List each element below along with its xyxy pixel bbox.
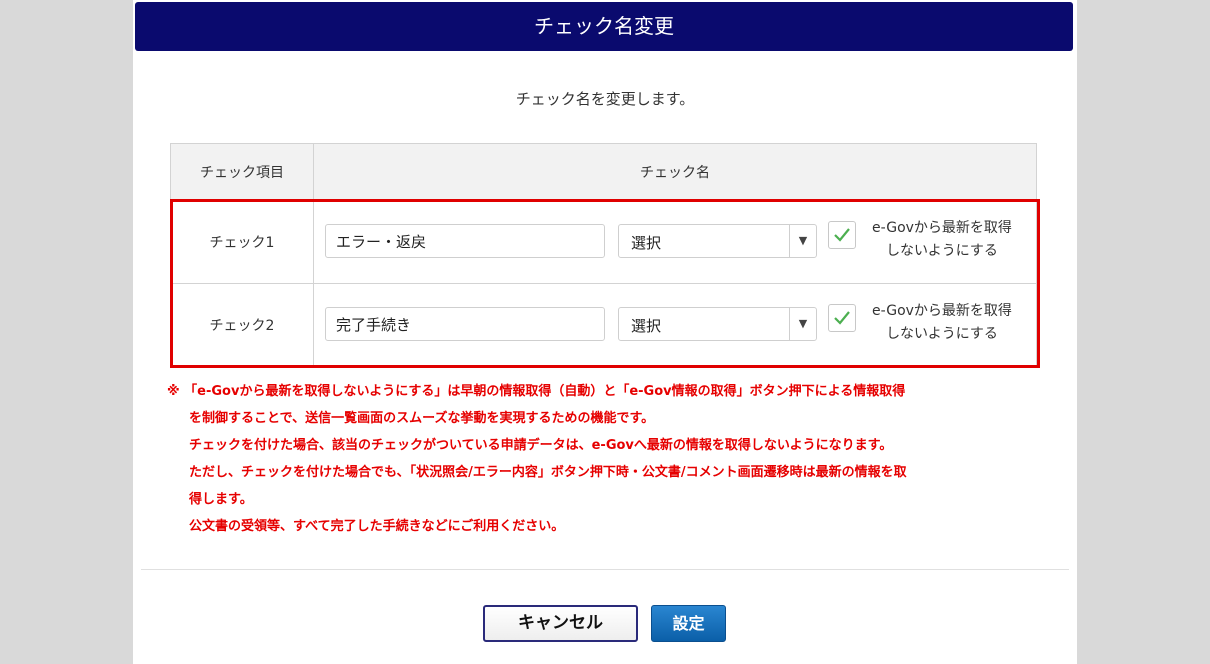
check-mark-icon (834, 228, 850, 242)
check-name-input[interactable] (325, 224, 605, 258)
table-row: チェック1 選択 ▼ e-Govから最新を取得 しないようにする (170, 200, 1037, 284)
check-name-input[interactable] (325, 307, 605, 341)
table-row: チェック2 選択 ▼ e-Govから最新を取得 しないようにする (170, 283, 1037, 367)
check-select[interactable]: 選択 ▼ (618, 224, 817, 258)
checkbox-label-line2: しないようにする (886, 243, 998, 259)
row-cells: 選択 ▼ e-Govから最新を取得 しないようにする (313, 283, 1037, 367)
checkbox-label: e-Govから最新を取得 しないようにする (861, 217, 1023, 263)
select-value: 選択 (631, 317, 662, 335)
checkbox-label-line2: しないようにする (886, 326, 998, 342)
note-line: 公文書の受領等、すべて完了した手続きなどにご利用ください。 (189, 519, 565, 534)
divider (141, 569, 1069, 570)
dialog-subtitle: チェック名を変更します。 (515, 90, 695, 108)
table-header-row: チェック項目 チェック名 (170, 143, 1037, 201)
checkbox-label: e-Govから最新を取得 しないようにする (861, 300, 1023, 346)
row-label: チェック1 (170, 200, 314, 284)
dialog-title: チェック名変更 (135, 2, 1073, 51)
no-refresh-checkbox[interactable] (828, 221, 856, 249)
header-check-name: チェック名 (313, 143, 1037, 201)
note-line: を制御することで、送信一覧画面のスムーズな挙動を実現するための機能です。 (189, 411, 655, 426)
no-refresh-checkbox[interactable] (828, 304, 856, 332)
chevron-down-icon[interactable]: ▼ (789, 225, 816, 257)
note-line: ※ 「e-Govから最新を取得しないようにする」は早朝の情報取得（自動）と「e-… (167, 384, 906, 399)
dialog: チェック名変更 チェック名を変更します。 チェック項目 チェック名 チェック1 … (133, 0, 1077, 664)
cancel-button[interactable]: キャンセル (483, 605, 638, 642)
checkbox-label-line1: e-Govから最新を取得 (872, 220, 1012, 236)
row-label: チェック2 (170, 283, 314, 367)
header-check-item: チェック項目 (170, 143, 314, 201)
note-line: 得します。 (189, 492, 253, 507)
select-value: 選択 (631, 234, 662, 252)
notes: ※ 「e-Govから最新を取得しないようにする」は早朝の情報取得（自動）と「e-… (167, 378, 1067, 540)
check-select[interactable]: 選択 ▼ (618, 307, 817, 341)
chevron-down-icon[interactable]: ▼ (789, 308, 816, 340)
note-line: チェックを付けた場合、該当のチェックがついている申請データは、e-Govへ最新の… (189, 438, 893, 453)
note-line: ただし、チェックを付けた場合でも、「状況照会/エラー内容」ボタン押下時・公文書/… (189, 465, 907, 480)
check-mark-icon (834, 311, 850, 325)
ok-button[interactable]: 設定 (651, 605, 726, 642)
check-name-table: チェック項目 チェック名 チェック1 選択 ▼ e-Govから最新を取得 しない… (170, 143, 1037, 367)
row-cells: 選択 ▼ e-Govから最新を取得 しないようにする (313, 200, 1037, 284)
checkbox-label-line1: e-Govから最新を取得 (872, 303, 1012, 319)
